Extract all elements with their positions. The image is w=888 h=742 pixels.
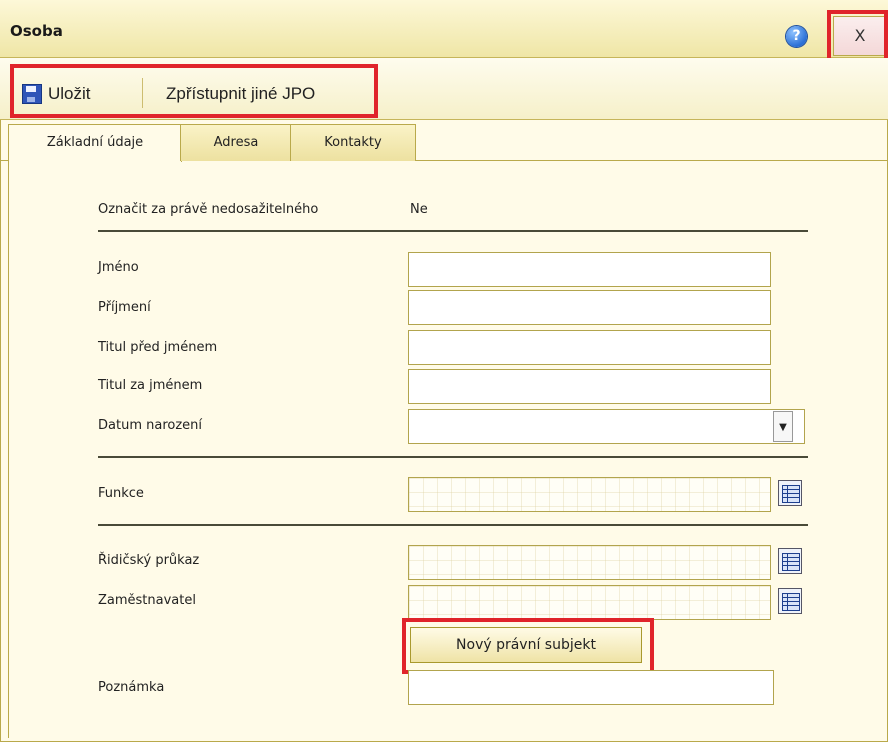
new-legal-entity-button[interactable]: Nový právní subjekt xyxy=(410,627,642,663)
last-name-label: Příjmení xyxy=(98,300,151,315)
title-before-label: Titul před jménem xyxy=(98,340,218,355)
driving-license-label: Řidičský průkaz xyxy=(98,553,200,568)
title-bar xyxy=(0,0,888,58)
tab-contacts[interactable]: Kontakty xyxy=(290,124,416,161)
tab-address[interactable]: Adresa xyxy=(180,124,292,161)
section-separator xyxy=(98,456,808,458)
section-separator xyxy=(98,230,808,232)
employer-lookup-field[interactable] xyxy=(408,585,771,620)
toolbar-divider xyxy=(142,78,143,108)
note-label: Poznámka xyxy=(98,680,165,695)
save-button[interactable]: Uložit xyxy=(18,76,101,112)
note-input[interactable] xyxy=(408,670,774,705)
toolbar xyxy=(0,58,888,120)
grant-access-button-label: Zpřístupnit jiné JPO xyxy=(166,84,316,103)
employer-lookup-button[interactable] xyxy=(778,588,802,614)
tab-basic-info[interactable]: Základní údaje xyxy=(8,124,182,162)
grid-list-icon xyxy=(782,553,800,571)
close-button[interactable]: X xyxy=(833,16,887,56)
first-name-input[interactable] xyxy=(408,252,771,287)
birth-date-label: Datum narození xyxy=(98,418,202,433)
first-name-label: Jméno xyxy=(98,260,139,275)
driving-license-lookup-field[interactable] xyxy=(408,545,771,580)
unreachable-label: Označit za právě nedosažitelného xyxy=(98,202,319,217)
birth-date-select[interactable] xyxy=(408,409,805,444)
grant-access-button[interactable]: Zpřístupnit jiné JPO xyxy=(156,76,325,112)
title-after-input[interactable] xyxy=(408,369,771,404)
driving-license-lookup-button[interactable] xyxy=(778,548,802,574)
function-label: Funkce xyxy=(98,486,144,501)
function-lookup-button[interactable] xyxy=(778,480,802,506)
chevron-down-icon[interactable]: ▼ xyxy=(773,411,793,442)
section-separator xyxy=(98,524,808,526)
help-icon[interactable]: ? xyxy=(786,26,807,47)
unreachable-value: Ne xyxy=(410,202,428,217)
grid-list-icon xyxy=(782,485,800,503)
employer-label: Zaměstnavatel xyxy=(98,593,196,608)
last-name-input[interactable] xyxy=(408,290,771,325)
function-lookup-field[interactable] xyxy=(408,477,771,512)
floppy-disk-icon xyxy=(22,84,42,104)
save-button-label: Uložit xyxy=(48,84,91,103)
grid-list-icon xyxy=(782,593,800,611)
title-after-label: Titul za jménem xyxy=(98,378,203,393)
dialog-title: Osoba xyxy=(10,22,63,40)
title-before-input[interactable] xyxy=(408,330,771,365)
